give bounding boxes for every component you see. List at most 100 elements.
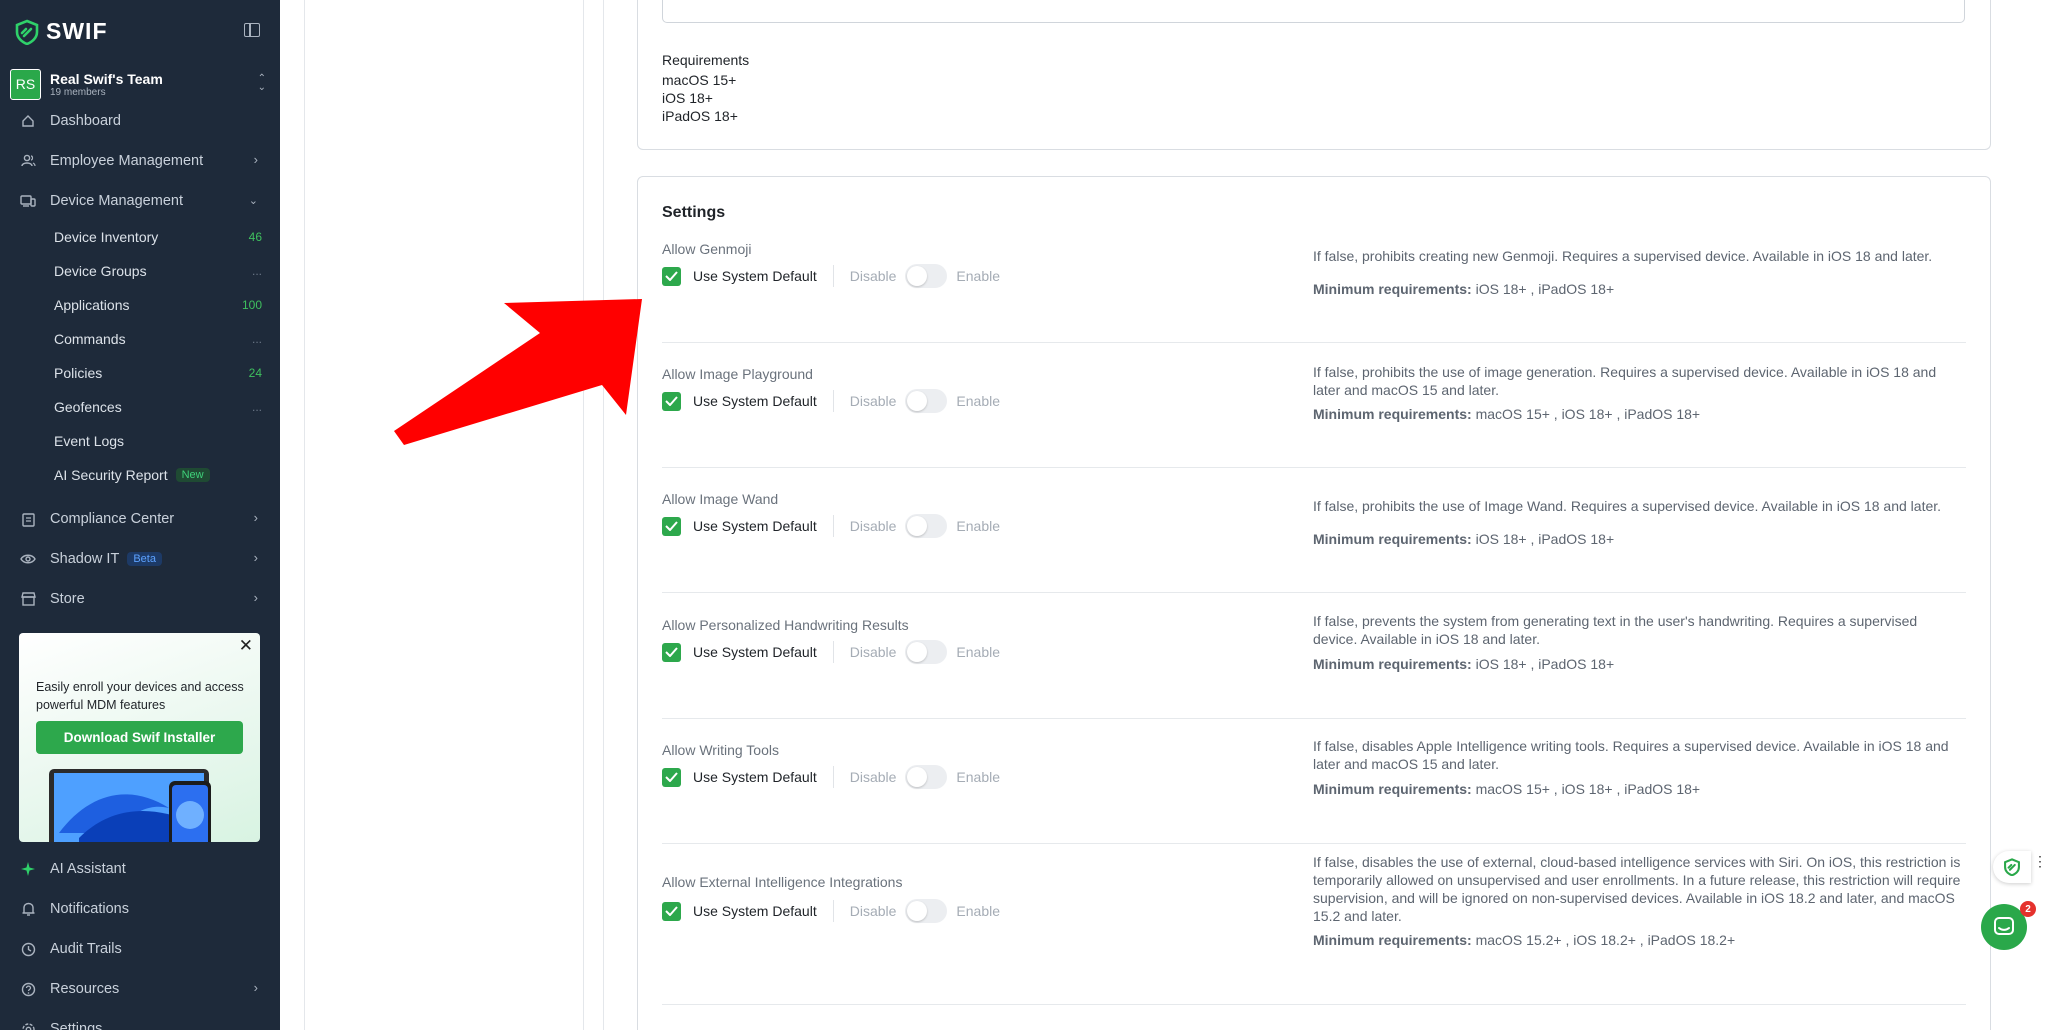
checkbox-label: Use System Default xyxy=(693,903,817,919)
setting-toggle[interactable] xyxy=(905,514,948,538)
sidebar-item-label: Device Inventory xyxy=(54,229,159,245)
secondary-panel xyxy=(304,0,584,1030)
divider xyxy=(832,515,834,537)
divider xyxy=(832,390,834,412)
setting-toggle[interactable] xyxy=(905,765,948,789)
installer-promo-card: ✕ Easily enroll your devices and access … xyxy=(19,633,260,842)
download-installer-button[interactable]: Download Swif Installer xyxy=(36,721,243,754)
min-req-label: Minimum requirements: xyxy=(1313,656,1472,672)
enable-label: Enable xyxy=(956,903,1001,919)
close-icon[interactable]: ✕ xyxy=(239,636,253,656)
minimum-requirements: Minimum requirements: iOS 18+ , iPadOS 1… xyxy=(1313,531,1614,547)
sidebar-item-ai-assistant[interactable]: AI Assistant xyxy=(0,852,280,886)
chevron-right-icon: › xyxy=(253,590,258,605)
setting-controls: Use System Default Disable Enable xyxy=(662,765,1001,789)
home-icon xyxy=(20,113,36,129)
enable-label: Enable xyxy=(956,769,1001,785)
min-req-label: Minimum requirements: xyxy=(1313,281,1472,297)
toggle-knob xyxy=(907,767,928,787)
requirements-title: Requirements xyxy=(662,52,750,68)
team-avatar: RS xyxy=(10,68,41,100)
setting-toggle[interactable] xyxy=(905,389,948,413)
sidebar-item-audit-trails[interactable]: Audit Trails xyxy=(0,932,280,966)
beta-badge: Beta xyxy=(127,552,162,566)
sidebar-item-label: Geofences xyxy=(54,399,122,415)
eye-icon xyxy=(20,551,36,567)
description-textarea[interactable] xyxy=(662,0,1965,23)
sidebar-item-store[interactable]: Store › xyxy=(0,582,280,616)
chat-icon xyxy=(1994,917,2014,935)
sidebar-item-label: Dashboard xyxy=(50,113,121,129)
swif-shield-icon xyxy=(15,19,39,45)
toggle-knob xyxy=(907,642,928,662)
disable-label: Disable xyxy=(849,903,897,919)
history-icon xyxy=(20,941,36,957)
sidebar-item-notifications[interactable]: Notifications xyxy=(0,892,280,926)
sidebar-item-device-inventory[interactable]: Device Inventory 46 xyxy=(0,222,280,252)
setting-description: If false, disables Apple Intelligence wr… xyxy=(1313,738,1949,772)
setting-label: Allow Genmoji xyxy=(662,241,752,257)
sidebar-item-geofences[interactable]: Geofences ... xyxy=(0,392,280,422)
sidebar-item-employee-management[interactable]: Employee Management › xyxy=(0,144,280,178)
setting-label: Allow Image Playground xyxy=(662,366,813,382)
use-system-default-checkbox[interactable] xyxy=(662,642,681,662)
users-icon xyxy=(20,153,36,169)
setting-toggle[interactable] xyxy=(905,640,948,664)
new-badge: New xyxy=(175,468,210,482)
checkbox-label: Use System Default xyxy=(693,518,817,534)
requirements-card: Requirements macOS 15+ iOS 18+ iPadOS 18… xyxy=(637,0,1991,150)
sidebar-item-dashboard[interactable]: Dashboard xyxy=(0,104,280,138)
min-req-label: Minimum requirements: xyxy=(1313,781,1472,797)
use-system-default-checkbox[interactable] xyxy=(662,767,681,787)
sidebar-collapse-icon[interactable] xyxy=(244,23,260,37)
store-icon xyxy=(20,591,36,607)
setting-label: Allow Personalized Handwriting Results xyxy=(662,617,909,633)
disable-label: Disable xyxy=(849,518,897,534)
check-icon xyxy=(665,906,678,916)
setting-row-personalized-handwriting: Allow Personalized Handwriting Results U… xyxy=(662,613,1966,719)
sidebar-item-shadow-it[interactable]: Shadow IT Beta › xyxy=(0,542,280,576)
setting-controls: Use System Default Disable Enable xyxy=(662,640,1000,664)
setting-description: If false, prohibits the use of image gen… xyxy=(1313,364,1937,398)
check-icon xyxy=(665,772,678,782)
chevron-right-icon: › xyxy=(253,152,258,167)
setting-label: Allow Image Wand xyxy=(662,491,779,507)
use-system-default-checkbox[interactable] xyxy=(662,266,681,286)
setting-toggle[interactable] xyxy=(905,899,948,923)
sidebar-item-device-groups[interactable]: Device Groups ... xyxy=(0,256,280,286)
disable-label: Disable xyxy=(849,769,897,785)
swif-logo[interactable]: SWIF xyxy=(14,18,108,45)
sidebar-item-resources[interactable]: Resources › xyxy=(0,972,280,1006)
checkbox-label: Use System Default xyxy=(693,268,817,284)
sidebar-item-policies[interactable]: Policies 24 xyxy=(0,358,280,388)
setting-label: Allow External Intelligence Integrations xyxy=(662,874,903,890)
sidebar-item-settings[interactable]: Settings xyxy=(0,1012,280,1030)
use-system-default-checkbox[interactable] xyxy=(662,391,681,411)
item-count: 46 xyxy=(248,230,262,244)
minimum-requirements: Minimum requirements: macOS 15+ , iOS 18… xyxy=(1313,406,1700,422)
chat-unread-badge: 2 xyxy=(2020,901,2036,917)
setting-description: If false, prohibits creating new Genmoji… xyxy=(1313,248,1933,264)
sidebar-item-applications[interactable]: Applications 100 xyxy=(0,290,280,320)
item-count: ... xyxy=(251,264,262,278)
setting-toggle[interactable] xyxy=(905,264,948,288)
enable-label: Enable xyxy=(956,518,1001,534)
sidebar-item-label: Event Logs xyxy=(54,433,125,449)
use-system-default-checkbox[interactable] xyxy=(662,516,681,536)
item-count: ... xyxy=(251,332,262,346)
drag-handle-icon[interactable]: ⋮⋮ xyxy=(2033,854,2048,868)
use-system-default-checkbox[interactable] xyxy=(662,901,681,921)
sidebar-item-event-logs[interactable]: Event Logs xyxy=(0,426,280,456)
checkbox-label: Use System Default xyxy=(693,644,817,660)
sidebar-item-compliance-center[interactable]: Compliance Center › xyxy=(0,502,280,536)
swif-helper-button[interactable] xyxy=(1993,851,2031,883)
sidebar-item-label: Compliance Center xyxy=(50,511,175,527)
sidebar-item-commands[interactable]: Commands ... xyxy=(0,324,280,354)
chevron-updown-icon: ⌃ ⌄ xyxy=(257,73,266,93)
team-switcher[interactable]: RS Real Swif's Team 19 members ⌃ ⌄ xyxy=(10,68,270,100)
sidebar-item-ai-security-report[interactable]: AI Security Report New xyxy=(0,460,280,490)
sidebar-item-device-management[interactable]: Device Management ⌄ xyxy=(0,184,280,218)
bell-icon xyxy=(20,901,36,917)
setting-controls: Use System Default Disable Enable xyxy=(662,514,1001,538)
settings-card: Settings Allow Genmoji Use System Defaul… xyxy=(637,176,1991,1030)
